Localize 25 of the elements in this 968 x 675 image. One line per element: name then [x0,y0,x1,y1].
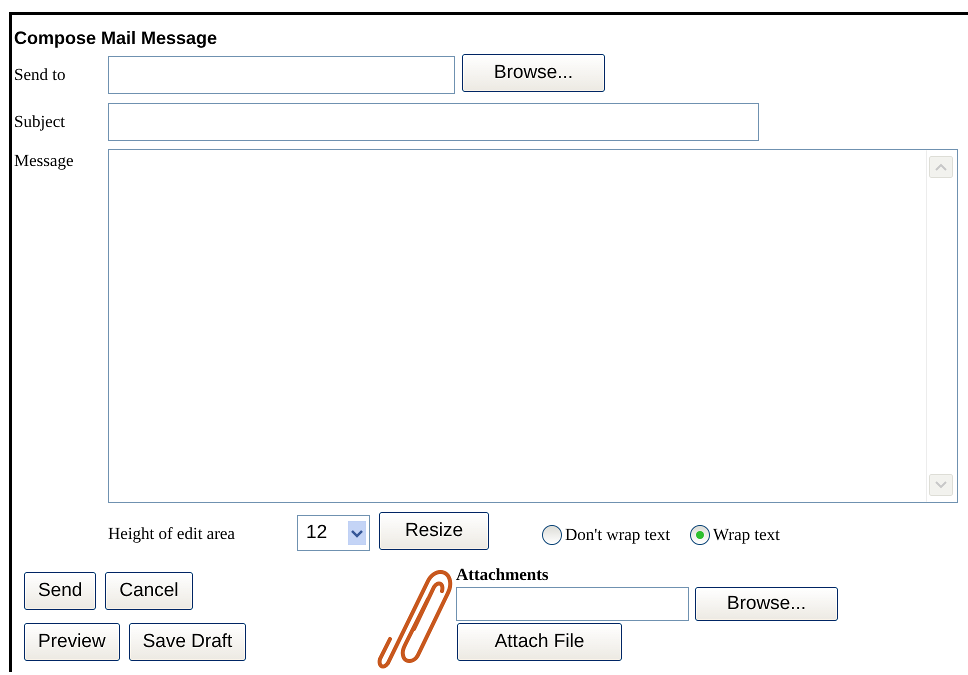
attachments-heading: Attachments [456,565,550,586]
height-label: Height of edit area [108,523,236,544]
resize-button[interactable]: Resize [379,512,489,550]
field-label: Send to [14,65,66,85]
scroll-down-icon[interactable] [929,474,953,496]
radio-button[interactable] [542,525,562,545]
radio-button[interactable] [690,525,710,545]
message-field[interactable] [108,149,958,503]
subject-field[interactable] [108,103,759,141]
attach-file-button[interactable]: Attach File [457,623,622,661]
action-button[interactable]: Cancel [105,572,193,610]
radio-label: Don't wrap text [565,525,670,545]
attachment-field[interactable] [456,587,689,621]
field-label: Message [14,150,74,171]
action-button[interactable]: Save Draft [128,623,246,661]
action-button[interactable]: Preview [24,623,120,661]
scroll-up-icon[interactable] [929,156,953,178]
field-label: Subject [14,112,66,132]
recipient-field[interactable] [108,56,455,94]
action-button[interactable]: Send [24,572,96,610]
browse-button[interactable]: Browse... [695,587,838,621]
browse-button[interactable]: Browse... [462,54,605,92]
form-title: Compose Mail Message [14,27,218,50]
radio-label: Wrap text [713,525,780,545]
height-select[interactable]: 12 [297,515,370,551]
